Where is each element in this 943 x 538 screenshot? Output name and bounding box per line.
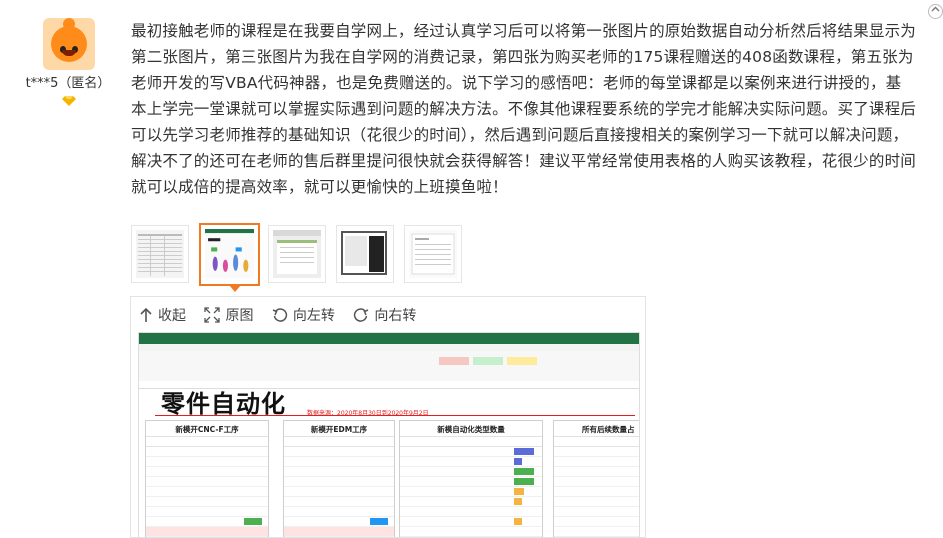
style-swatch xyxy=(473,357,503,365)
table-row xyxy=(400,467,542,477)
thumbnail-1[interactable] xyxy=(131,225,189,283)
table-row xyxy=(554,517,639,527)
table-row xyxy=(146,477,268,487)
rotate-right-label: 向右转 xyxy=(374,308,417,324)
table-row xyxy=(284,527,394,537)
table-row xyxy=(146,527,268,537)
thumbnail-1-preview xyxy=(136,230,184,278)
table-followup: 所有后续数量占 xyxy=(553,420,639,537)
table-row xyxy=(284,477,394,487)
table-columns xyxy=(146,437,268,447)
rotate-right-icon xyxy=(354,308,369,322)
table-row xyxy=(146,467,268,477)
table-row xyxy=(146,497,268,507)
style-swatch xyxy=(507,357,537,365)
image-viewer: 收起 原图 向左转 向右转 零件自动化 数据来源：2020年8月30日到2020… xyxy=(130,296,646,538)
table-row xyxy=(400,447,542,457)
title-underline xyxy=(155,415,635,416)
thumbnail-5[interactable] xyxy=(404,225,462,283)
excel-title-bar xyxy=(139,333,639,344)
rotate-left-label: 向左转 xyxy=(292,308,335,324)
thumbnail-4-preview xyxy=(341,230,389,278)
rotate-right-button[interactable]: 向右转 xyxy=(353,305,416,325)
table-row xyxy=(284,487,394,497)
table-row xyxy=(146,447,268,457)
arrow-up-icon xyxy=(140,307,152,322)
enlarged-image[interactable]: 零件自动化 数据来源：2020年8月30日到2020年9月2日 新模开CNC-F… xyxy=(138,332,640,537)
table-row xyxy=(400,527,542,537)
collapse-button[interactable]: 收起 xyxy=(139,305,186,325)
table-edm: 新模开EDM工序 xyxy=(283,420,395,537)
table-row xyxy=(400,487,542,497)
table-row xyxy=(554,527,639,537)
table-row xyxy=(554,497,639,507)
thumbnail-3-preview xyxy=(273,230,321,278)
table-row xyxy=(400,517,542,527)
table-columns xyxy=(554,437,639,447)
table-header: 所有后续数量占 xyxy=(554,421,639,437)
table-columns xyxy=(400,437,542,447)
rotate-left-button[interactable]: 向左转 xyxy=(272,305,335,325)
table-row xyxy=(554,467,639,477)
rotate-left-icon xyxy=(272,308,288,322)
table-header: 新模自动化类型数量 xyxy=(400,421,542,437)
original-image-button[interactable]: 原图 xyxy=(204,305,253,325)
thumbnail-4[interactable] xyxy=(336,225,394,283)
table-row xyxy=(284,507,394,517)
avatar-mouth xyxy=(62,50,76,56)
collapse-label: 收起 xyxy=(158,308,186,324)
reviewer-avatar[interactable] xyxy=(43,18,95,70)
table-row xyxy=(400,477,542,487)
vip-diamond-icon xyxy=(62,96,76,106)
thumbnail-2-preview xyxy=(205,229,254,278)
table-row xyxy=(554,457,639,467)
table-row xyxy=(146,507,268,517)
review-text: 最初接触老师的课程是在我要自学网上，经过认真学习后可以将第一张图片的原始数据自动… xyxy=(131,22,917,196)
table-row xyxy=(284,497,394,507)
table-columns xyxy=(284,437,394,447)
table-header: 新模开CNC-F工序 xyxy=(146,421,268,437)
table-row xyxy=(284,447,394,457)
table-row xyxy=(284,467,394,477)
table-row xyxy=(146,517,268,527)
thumbnail-5-preview xyxy=(409,230,457,278)
sheet-title: 零件自动化 xyxy=(161,390,286,418)
selected-thumbnail-pointer xyxy=(229,285,241,292)
avatar-face xyxy=(51,26,87,62)
table-row xyxy=(284,517,394,527)
viewer-toolbar: 收起 原图 向左转 向右转 xyxy=(139,305,430,327)
thumbnail-2-selected[interactable] xyxy=(199,223,260,286)
chevron-up-icon xyxy=(931,6,940,12)
table-header: 新模开EDM工序 xyxy=(284,421,394,437)
table-row xyxy=(400,457,542,467)
table-row xyxy=(284,457,394,467)
table-row xyxy=(554,487,639,497)
table-row xyxy=(400,497,542,507)
thumbnail-3[interactable] xyxy=(268,225,326,283)
style-swatch xyxy=(439,357,469,365)
table-row xyxy=(554,507,639,517)
table-row xyxy=(554,477,639,487)
table-row xyxy=(400,507,542,517)
expand-icon xyxy=(204,307,221,323)
excel-ribbon xyxy=(139,351,639,382)
table-cnc: 新模开CNC-F工序 xyxy=(145,420,269,537)
reviewer-name: t***5（匿名） xyxy=(25,76,111,91)
table-row xyxy=(146,487,268,497)
scroll-up-button[interactable] xyxy=(928,4,943,19)
table-row xyxy=(554,447,639,457)
table-row xyxy=(146,457,268,467)
original-label: 原图 xyxy=(225,308,254,324)
table-automation-types: 新模自动化类型数量 xyxy=(399,420,543,537)
